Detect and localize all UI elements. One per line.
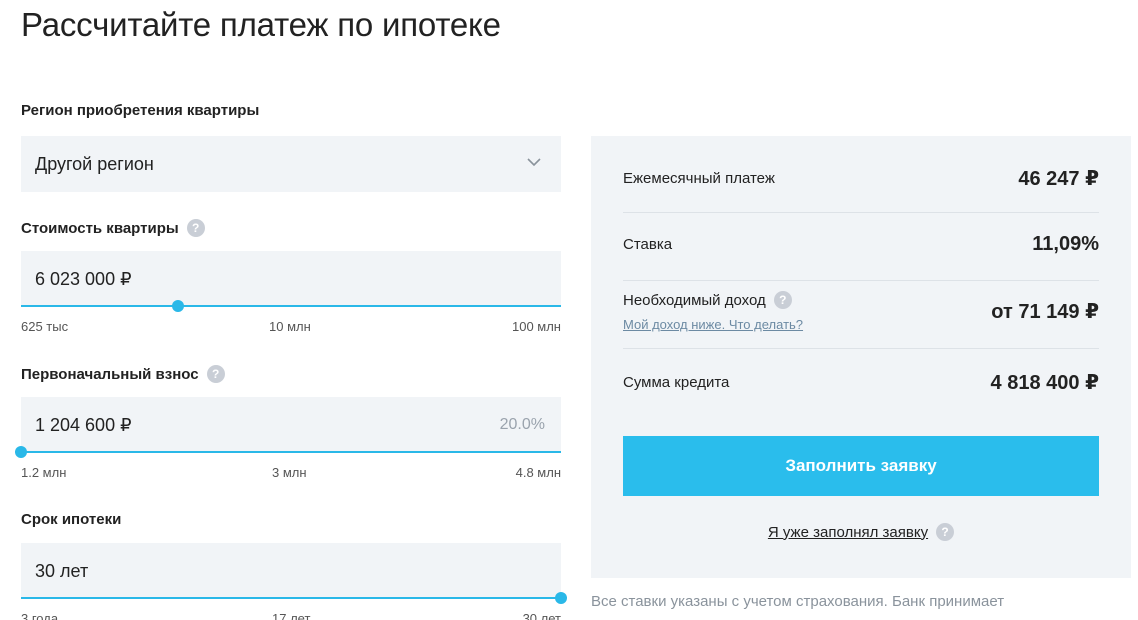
term-tick-min: 3 года (21, 611, 59, 620)
term-value: 30 лет (35, 560, 89, 581)
price-label-text: Стоимость квартиры (21, 219, 179, 237)
price-value: 6 023 000 ₽ (35, 268, 132, 289)
page-title: Рассчитайте платеж по ипотеке (21, 6, 501, 43)
term-tick-mid: 17 лет (272, 611, 311, 620)
price-tick-mid: 10 млн (269, 319, 311, 334)
down-payment-slider[interactable] (15, 446, 561, 458)
price-slider-handle[interactable] (171, 300, 184, 312)
down-payment-tick-min: 1.2 млн (21, 465, 67, 480)
income-help-icon[interactable]: ? (773, 291, 792, 309)
price-help-icon[interactable]: ? (186, 219, 205, 237)
low-income-link[interactable]: Мой доход ниже. Что делать? (623, 317, 803, 332)
region-select[interactable]: Другой регион (21, 136, 561, 192)
loan-amount-row: Сумма кредита 4 818 400 ₽ (623, 370, 1099, 395)
monthly-payment-value: 46 247 ₽ (1018, 168, 1099, 190)
term-slider[interactable] (21, 592, 567, 604)
rate-label: Ставка (623, 236, 673, 253)
already-applied-help-icon[interactable]: ? (936, 523, 955, 541)
down-payment-ticks: 1.2 млн 3 млн 4.8 млн (21, 465, 561, 481)
term-tick-max: 30 лет (522, 611, 561, 620)
region-value: Другой регион (35, 153, 154, 174)
down-payment-label: Первоначальный взнос ? (21, 365, 225, 383)
loan-amount-label: Сумма кредита (623, 374, 730, 391)
down-payment-value: 1 204 600 ₽ (35, 414, 132, 435)
price-tick-min: 625 тыс (21, 319, 69, 334)
down-payment-input[interactable]: 1 204 600 ₽ 20.0% (21, 397, 561, 453)
term-label-text: Срок ипотеки (21, 511, 122, 528)
region-label-text: Регион приобретения квартиры (21, 102, 260, 119)
already-applied-link[interactable]: Я уже заполнял заявку (768, 524, 928, 541)
income-row: Необходимый доход ? Мой доход ниже. Что … (623, 291, 1099, 332)
region-label: Регион приобретения квартиры (21, 102, 259, 119)
monthly-payment-label: Ежемесячный платеж (623, 170, 775, 187)
divider (623, 348, 1099, 349)
term-ticks: 3 года 17 лет 30 лет (21, 611, 561, 620)
down-payment-slider-handle[interactable] (15, 446, 27, 458)
price-input[interactable]: 6 023 000 ₽ (21, 251, 561, 307)
apply-button[interactable]: Заполнить заявку (623, 436, 1099, 496)
summary-panel: Ежемесячный платеж 46 247 ₽ Ставка 11,09… (591, 136, 1131, 578)
term-label: Срок ипотеки (21, 511, 121, 528)
price-ticks: 625 тыс 10 млн 100 млн (21, 319, 561, 335)
chevron-down-icon (527, 158, 541, 167)
income-value: от 71 149 ₽ (991, 301, 1099, 323)
divider (623, 280, 1099, 281)
income-label: Необходимый доход (623, 291, 766, 309)
price-label: Стоимость квартиры ? (21, 219, 205, 237)
already-applied: Я уже заполнял заявку ? (591, 523, 1131, 541)
insurance-note: Все ставки указаны с учетом страхования.… (591, 593, 1005, 610)
down-payment-tick-max: 4.8 млн (515, 465, 561, 480)
rate-row: Ставка 11,09% (623, 233, 1099, 256)
monthly-payment-row: Ежемесячный платеж 46 247 ₽ (623, 166, 1099, 191)
term-input[interactable]: 30 лет (21, 543, 561, 599)
down-payment-percent: 20.0% (499, 416, 545, 433)
price-tick-max: 100 млн (511, 319, 561, 334)
down-payment-label-text: Первоначальный взнос (21, 365, 199, 383)
down-payment-tick-mid: 3 млн (272, 465, 307, 480)
loan-amount-value: 4 818 400 ₽ (990, 372, 1099, 394)
price-slider[interactable] (21, 300, 561, 312)
divider (623, 212, 1099, 213)
term-slider-handle[interactable] (555, 592, 567, 604)
down-payment-help-icon[interactable]: ? (206, 365, 225, 383)
rate-value: 11,09% (1032, 233, 1099, 255)
